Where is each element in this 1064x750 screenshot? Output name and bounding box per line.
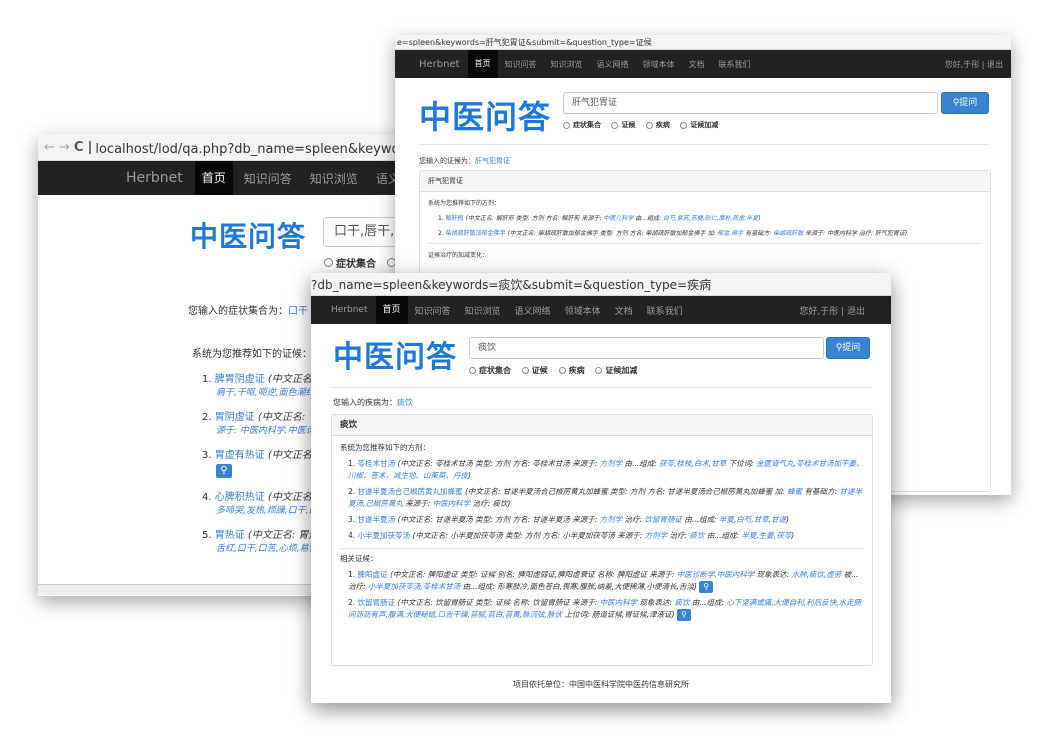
- mid-input-value[interactable]: 肝气犯胃证: [475, 157, 510, 165]
- forward-arrow-icon[interactable]: →: [59, 140, 70, 155]
- front-divider-2: [340, 548, 864, 549]
- mid-radio-symptoms[interactable]: 症状集合: [563, 120, 601, 130]
- mid-nav-semantic[interactable]: 语义网络: [590, 59, 636, 70]
- back-nav-browse[interactable]: 知识浏览: [303, 170, 365, 187]
- front-related-title: 相关证候：: [340, 554, 378, 563]
- front-logo: 中医问答: [333, 340, 457, 375]
- front-nav-home[interactable]: 首页: [375, 296, 408, 324]
- mid-navbar: Herbnet 首页 知识问答 知识浏览 语义网络 领域本体 文档 联系我们 您…: [395, 50, 1011, 78]
- front-nav-semantic[interactable]: 语义网络: [508, 304, 558, 317]
- front-nav-browse[interactable]: 知识浏览: [458, 304, 508, 317]
- mid-search-button[interactable]: ⚲提问: [941, 92, 989, 114]
- front-input-value[interactable]: 痰饮: [397, 398, 413, 407]
- back-url-text[interactable]: localhost/lod/qa.php?db_name=spleen&keyw…: [95, 138, 408, 157]
- front-panel-title: 痰饮: [332, 415, 872, 436]
- front-search-button[interactable]: ⚲提问: [826, 337, 870, 359]
- front-formula-1: 1. 苓桂术甘汤 (中文正名: 苓桂术甘汤 类型: 方剂 方名: 苓桂术甘汤 来…: [348, 459, 864, 480]
- back-address-bar[interactable]: ← → C localhost/lod/qa.php?db_name=splee…: [38, 134, 408, 161]
- mid-divider: [419, 144, 989, 145]
- mid-recommend-title: 系统为您推荐如下的方剂：: [428, 200, 501, 207]
- front-nav-contact[interactable]: 联系我们: [640, 304, 690, 317]
- mid-nav-ontology[interactable]: 领域本体: [636, 59, 682, 70]
- front-result-panel: 痰饮 系统为您推荐如下的方剂： 1. 苓桂术甘汤 (中文正名: 苓桂术甘汤 类型…: [331, 414, 873, 666]
- mid-modifier-title: 证候治疗的加减变化：: [428, 252, 489, 259]
- mid-radio-group: 症状集合 证候 疾病 证候加减: [563, 120, 726, 131]
- mid-user-links[interactable]: 您好,于彤 | 退出: [945, 59, 1011, 70]
- front-formula-4: 4. 小半夏加茯苓汤 (中文正名: 小半夏加茯苓汤 类型: 方剂 方名: 小半夏…: [348, 531, 795, 540]
- front-input-echo: 您输入的疾病为：痰饮: [333, 398, 413, 407]
- mid-rec-item-1: 1. 解肝煎 (中文正名: 解肝煎 类型: 方剂 方名: 解肝煎 来源于: 中医…: [438, 215, 761, 222]
- front-radio-group: 症状集合 证候 疾病 证候加减: [469, 365, 645, 376]
- back-search-icon[interactable]: ⚲: [216, 464, 232, 478]
- front-url-text[interactable]: ?db_name=spleen&keywords=痰饮&submit=&ques…: [311, 276, 711, 293]
- mid-nav-contact[interactable]: 联系我们: [712, 59, 758, 70]
- mid-panel-title: 肝气犯胃证: [420, 171, 990, 192]
- front-radio-modify[interactable]: 证候加减: [595, 365, 637, 376]
- front-navbar: Herbnet 首页 知识问答 知识浏览 语义网络 领域本体 文档 联系我们 您…: [311, 296, 891, 324]
- reload-icon[interactable]: C: [74, 140, 84, 155]
- mid-logo: 中医问答: [419, 98, 552, 136]
- front-syndrome-1: 1. 脾阳虚证 (中文正名: 脾阳虚证 类型: 证候 别名: 脾阳虚弱证,脾阳虚…: [348, 570, 859, 593]
- back-nav-home[interactable]: 首页: [194, 161, 233, 195]
- back-arrow-icon[interactable]: ←: [44, 140, 55, 155]
- front-browser-window: ?db_name=spleen&keywords=痰饮&submit=&ques…: [311, 273, 891, 703]
- back-radio-symptoms[interactable]: 症状集合: [324, 255, 376, 270]
- mid-radio-modify[interactable]: 证候加减: [680, 120, 718, 130]
- front-address-bar[interactable]: ?db_name=spleen&keywords=痰饮&submit=&ques…: [311, 273, 891, 296]
- front-formula-2: 2. 甘遂半夏汤合己椒苈黄丸加蜂蜜 (中文正名: 甘遂半夏汤合己椒苈黄丸加蜂蜜 …: [348, 487, 862, 508]
- back-logo: 中医问答: [190, 220, 307, 253]
- mid-url-text[interactable]: e=spleen&keywords=肝气犯胃证&submit=&question…: [397, 37, 652, 48]
- mid-radio-disease[interactable]: 疾病: [645, 120, 670, 130]
- mid-radio-syndrome[interactable]: 证候: [611, 120, 635, 130]
- back-navbar: Herbnet 首页 知识问答 知识浏览 语义网络: [38, 161, 408, 195]
- front-brand[interactable]: Herbnet: [331, 305, 368, 315]
- front-syndrome-1-search-icon[interactable]: ⚲: [699, 581, 714, 593]
- back-brand[interactable]: Herbnet: [126, 170, 183, 186]
- mid-nav-docs[interactable]: 文档: [682, 59, 712, 70]
- back-input-echo: 您输入的症状集合为：口干: [188, 306, 308, 317]
- front-user-links[interactable]: 您好,于彤 | 退出: [799, 304, 891, 317]
- front-recommend-title: 系统为您推荐如下的方剂：: [340, 443, 430, 452]
- front-nav-qa[interactable]: 知识问答: [408, 304, 458, 317]
- back-nav-qa[interactable]: 知识问答: [237, 170, 299, 187]
- mid-nav-qa[interactable]: 知识问答: [498, 59, 544, 70]
- mid-input-echo: 您输入的证候为：肝气犯胃证: [419, 157, 510, 165]
- front-nav-docs[interactable]: 文档: [608, 304, 640, 317]
- mid-address-bar[interactable]: e=spleen&keywords=肝气犯胃证&submit=&question…: [395, 35, 1011, 50]
- front-footer: 项目依托单位：中国中医科学院中医药信息研究所: [513, 680, 689, 689]
- front-syndrome-2: 2. 饮留胃肠证 (中文正名: 饮留胃肠证 类型: 证候 名称: 饮留胃肠证 来…: [348, 598, 862, 621]
- front-syndrome-2-search-icon[interactable]: ⚲: [676, 609, 691, 621]
- mid-search-input[interactable]: 肝气犯胃证: [563, 92, 938, 114]
- page-icon: [89, 140, 92, 154]
- front-radio-disease[interactable]: 疾病: [558, 365, 585, 376]
- mid-rec-item-2: 2. 柴胡疏肝散加郁金佛手 (中文正名: 柴胡疏肝散加郁金佛手 类型: 方剂 方…: [438, 230, 908, 237]
- front-formula-3: 3. 甘遂半夏汤 (中文正名: 甘遂半夏汤 类型: 方剂 方名: 甘遂半夏汤 来…: [348, 515, 790, 524]
- back-input-value[interactable]: 口干: [288, 306, 308, 317]
- mid-nav-browse[interactable]: 知识浏览: [544, 59, 590, 70]
- mid-nav-home[interactable]: 首页: [467, 50, 498, 78]
- front-radio-syndrome[interactable]: 证候: [521, 365, 548, 376]
- mid-divider-2: [428, 243, 982, 244]
- front-divider: [331, 387, 871, 388]
- front-nav-ontology[interactable]: 领域本体: [558, 304, 608, 317]
- front-radio-symptoms[interactable]: 症状集合: [469, 365, 511, 376]
- front-search-input[interactable]: 痰饮: [469, 337, 824, 359]
- mid-brand[interactable]: Herbnet: [419, 59, 460, 70]
